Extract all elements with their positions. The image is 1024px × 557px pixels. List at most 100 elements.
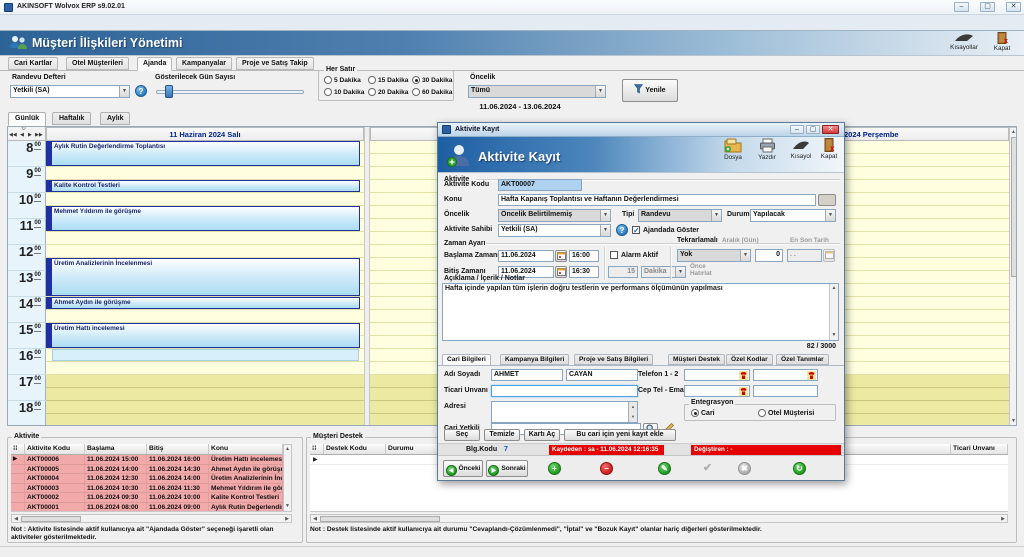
radio-5dk[interactable] [324, 76, 332, 84]
randevu-defteri-combo[interactable]: Yetkili (SA) ▼ [10, 85, 130, 98]
edit-record-icon[interactable]: ✎ [658, 462, 671, 475]
bitis-time-input[interactable]: 16:30 [569, 266, 599, 278]
oncelik-filter-combo[interactable]: Tümü ▼ [468, 85, 606, 98]
activity-col-bitis[interactable]: Bitiş [147, 444, 209, 455]
calendar-vscrollbar[interactable]: ▲ ▼ [1009, 127, 1017, 426]
scroll-left-icon[interactable]: ◀ [312, 516, 318, 523]
subtab-proje-satis[interactable]: Proje ve Satış Bilgileri [574, 354, 653, 365]
baslama-time-input[interactable]: 16:00 [569, 250, 599, 262]
gun-sayisi-slider[interactable] [156, 90, 304, 94]
day-header-1[interactable]: 11 Haziran 2024 Salı [46, 127, 364, 141]
modtab-otel-musterileri[interactable]: Otel Müşterileri [66, 57, 129, 70]
konu-input[interactable]: Hafta Kapanış Toplantısı ve Haftanın Değ… [498, 194, 816, 206]
subtab-musteri-destek[interactable]: Müşteri Destek [668, 354, 725, 365]
calendar-prev-icon[interactable]: ◀ [20, 132, 24, 138]
viewtab-aylik[interactable]: Aylık [100, 112, 130, 125]
kodu-input[interactable]: AKT00007 [498, 179, 582, 191]
help-icon[interactable]: ? [135, 85, 147, 97]
radio-20dk-label[interactable]: 20 Dakika [378, 89, 408, 96]
radio-15dk-label[interactable]: 15 Dakika [378, 77, 408, 84]
subtab-kampanya[interactable]: Kampanya Bilgileri [500, 354, 569, 365]
ticari-unvani-input[interactable] [491, 385, 638, 397]
radio-otel-label[interactable]: Otel Müşterisi [768, 410, 814, 417]
radio-60dk[interactable] [412, 88, 420, 96]
chevron-down-icon[interactable]: ▼ [600, 225, 610, 236]
destek-col-ticari[interactable]: Ticari Unvanı [951, 444, 1008, 455]
delete-record-icon[interactable]: − [600, 462, 613, 475]
modtab-kampanyalar[interactable]: Kampanyalar [176, 57, 232, 70]
activity-table-body[interactable]: ▶AKT0000611.06.2024 15:0011.06.2024 16:0… [11, 455, 283, 512]
konu-ellipsis-button[interactable] [818, 194, 836, 206]
viewtab-gunluk[interactable]: Günlük [8, 112, 46, 126]
calendar-icon[interactable] [555, 250, 567, 262]
close-button[interactable]: ✕ [1006, 2, 1021, 12]
dialog-titlebar[interactable]: Aktivite Kayıt – ▢ ✕ [438, 123, 844, 137]
radio-30dk-label[interactable]: 30 Dakika [422, 77, 452, 84]
oncelik-combo[interactable]: Öncelik Belirtilmemiş ▼ [498, 209, 611, 222]
scroll-up-icon[interactable]: ▲ [1010, 129, 1017, 136]
yeni-kayit-button[interactable]: Bu cari için yeni kayıt ekle [564, 429, 676, 441]
chevron-down-icon[interactable]: ▼ [119, 86, 129, 97]
radio-20dk[interactable] [368, 88, 376, 96]
sahibi-combo[interactable]: Yetkili (SA) ▼ [498, 224, 611, 237]
dialog-minimize-button[interactable]: – [790, 125, 804, 134]
calendar-next-fast-icon[interactable]: ▶▶ [35, 132, 43, 138]
ajanda-goster-label[interactable]: Ajandada Göster [643, 227, 699, 234]
chevron-down-icon[interactable]: ▼ [711, 210, 721, 221]
slider-thumb[interactable] [165, 85, 173, 98]
table-row[interactable]: AKT0000211.06.2024 09:3011.06.2024 10:00… [11, 493, 283, 503]
table-row[interactable]: AKT0000111.06.2024 08:0011.06.2024 09:00… [11, 503, 283, 513]
tekrar-combo[interactable]: Yok ▼ [677, 249, 751, 262]
table-row[interactable]: ▶AKT0000611.06.2024 15:0011.06.2024 16:0… [11, 455, 283, 465]
destek-hscrollbar[interactable]: ◀ ▶ [310, 514, 1008, 523]
calendar-event-draft[interactable] [52, 349, 359, 361]
ceptel-input[interactable] [684, 385, 750, 397]
aciklama-textarea[interactable]: Hafta içinde yapılan tüm işlerin doğru t… [442, 283, 839, 341]
alarm-aktif-label[interactable]: Alarm Aktif [621, 252, 658, 259]
dialog-close-button[interactable]: ✕ [822, 125, 839, 134]
radio-10dk-label[interactable]: 10 Dakika [334, 89, 364, 96]
radio-cari[interactable] [691, 409, 699, 417]
radio-30dk[interactable] [412, 76, 420, 84]
calendar-event[interactable]: Üretim Hattı incelemesi [46, 323, 360, 348]
ajanda-goster-checkbox[interactable]: ✓ [632, 226, 640, 234]
radio-60dk-label[interactable]: 60 Dakika [422, 89, 452, 96]
adi-input[interactable]: AHMET [491, 369, 563, 381]
add-record-icon[interactable]: + [548, 462, 561, 475]
shortcuts-button[interactable]: Kısayollar [946, 32, 982, 55]
calendar-event[interactable]: Ahmet Aydın ile görüşme [46, 297, 360, 309]
telefon1-input[interactable] [684, 369, 750, 381]
subtab-ozel-tanimlar[interactable]: Özel Tanımlar [776, 354, 829, 365]
viewtab-haftalik[interactable]: Haftalık [52, 112, 91, 125]
telefon2-input[interactable] [753, 369, 818, 381]
calendar-event[interactable]: Kalite Kontrol Testleri [46, 180, 360, 192]
radio-5dk-label[interactable]: 5 Dakika [334, 77, 361, 84]
table-row[interactable]: AKT0000311.06.2024 10:3011.06.2024 11:30… [11, 484, 283, 494]
activity-col-konu[interactable]: Konu [209, 444, 283, 455]
adresi-textarea[interactable]: ▲ ▼ [491, 401, 638, 423]
calendar-next-icon[interactable]: ▶ [28, 132, 32, 138]
scrollbar-thumb[interactable] [21, 516, 81, 522]
calendar-prev-fast-icon[interactable]: ◀◀ [9, 132, 17, 138]
subtab-ozel-kodlar[interactable]: Özel Kodlar [726, 354, 773, 365]
karti-ac-button[interactable]: Kartı Aç [524, 429, 560, 441]
alarm-aktif-checkbox[interactable] [610, 251, 618, 259]
soyadi-input[interactable]: CAYAN [566, 369, 638, 381]
activity-col-baslama[interactable]: Başlama [85, 444, 147, 455]
help-icon[interactable]: ? [616, 224, 628, 236]
minimize-button[interactable]: – [954, 2, 969, 12]
kisayol-button[interactable]: Kısayol [784, 138, 818, 172]
scroll-up-icon[interactable]: ▲ [284, 446, 291, 453]
scroll-down-icon[interactable]: ▼ [284, 503, 291, 510]
scroll-down-icon[interactable]: ▼ [830, 332, 838, 339]
radio-15dk[interactable] [368, 76, 376, 84]
chevron-down-icon[interactable]: ▼ [595, 86, 605, 97]
sonraki-button[interactable]: ▶ Sonraki [486, 460, 528, 477]
chevron-down-icon[interactable]: ▼ [825, 210, 835, 221]
subtab-cari-bilgileri[interactable]: Cari Bilgileri [442, 354, 491, 366]
yazdir-button[interactable]: Yazdır [750, 138, 784, 172]
modtab-proje-satis[interactable]: Proje ve Satış Takip [236, 57, 314, 70]
modtab-cari-kartlar[interactable]: Cari Kartlar [8, 57, 58, 70]
calendar-event[interactable]: Mehmet Yıldırım ile görüşme [46, 206, 360, 231]
destek-col-kodu[interactable]: Destek Kodu [324, 444, 386, 455]
